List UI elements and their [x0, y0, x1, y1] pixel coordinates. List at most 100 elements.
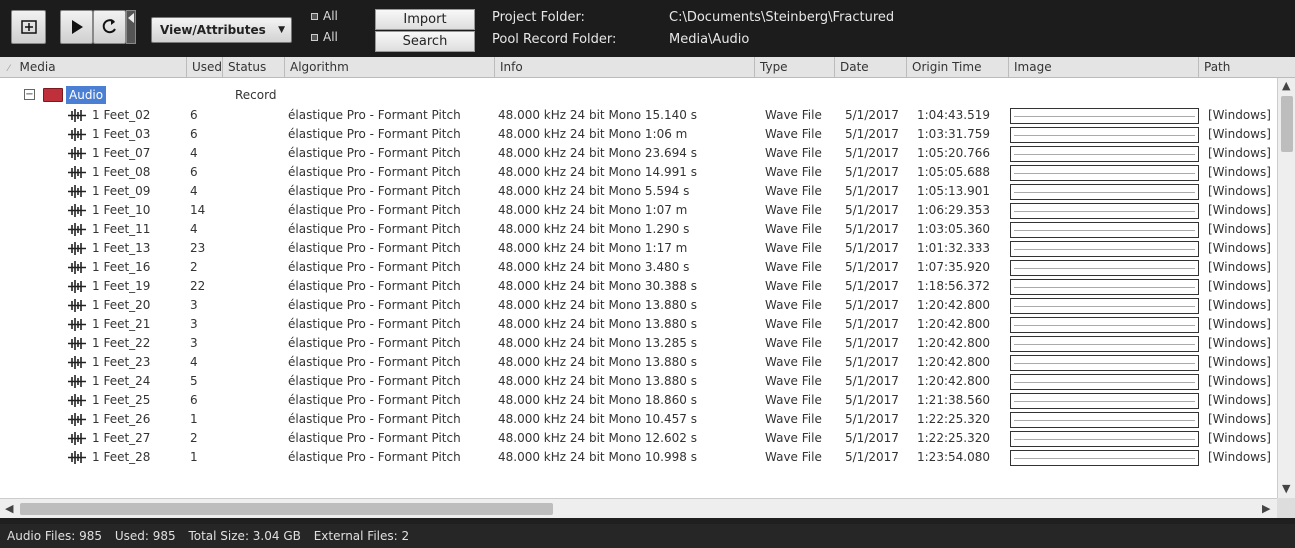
table-row[interactable]: 1 Feet_20 3 élastique Pro - Formant Pitch 4… [0, 296, 1277, 315]
waveform-line [1014, 116, 1195, 117]
table-row[interactable]: 1 Feet_21 3 élastique Pro - Formant Pitch 4… [0, 315, 1277, 334]
collapse-all-toggle[interactable]: All [311, 28, 338, 46]
view-attributes-dropdown[interactable]: View/Attributes ▼ [151, 17, 292, 43]
waveform-image[interactable] [1010, 374, 1199, 390]
cell-algorithm: élastique Pro - Formant Pitch [288, 203, 461, 217]
scroll-down-icon[interactable]: ▼ [1282, 482, 1290, 495]
waveform-image[interactable] [1010, 431, 1199, 447]
table-row[interactable]: 1 Feet_09 4 élastique Pro - Formant Pitch 4… [0, 182, 1277, 201]
waveform-image[interactable] [1010, 412, 1199, 428]
audio-waveform-icon [68, 451, 86, 464]
waveform-image[interactable] [1010, 184, 1199, 200]
table-row[interactable]: 1 Feet_08 6 élastique Pro - Formant Pitch 4… [0, 163, 1277, 182]
play-button[interactable] [60, 10, 93, 44]
cell-media-name: 1 Feet_08 [92, 165, 151, 179]
audio-waveform-icon [68, 166, 86, 179]
column-header-path[interactable]: Path [1199, 57, 1295, 78]
folder-row-audio[interactable]: − Audio Record [0, 86, 1277, 104]
table-row[interactable]: 1 Feet_19 22 élastique Pro - Formant Pitch… [0, 277, 1277, 296]
cell-path: [Windows] [1208, 184, 1271, 198]
waveform-image[interactable] [1010, 317, 1199, 333]
waveform-image[interactable] [1010, 165, 1199, 181]
cell-file-type: Wave File [765, 260, 822, 274]
cell-algorithm: élastique Pro - Formant Pitch [288, 146, 461, 160]
search-button[interactable]: Search [375, 31, 475, 52]
column-header-media[interactable]: ⁄ Media [0, 57, 187, 78]
waveform-image[interactable] [1010, 127, 1199, 143]
cell-date: 5/1/2017 [845, 146, 899, 160]
table-row[interactable]: 1 Feet_03 6 élastique Pro - Formant Pitch 4… [0, 125, 1277, 144]
collapse-toggle-icon[interactable]: − [24, 89, 35, 100]
scroll-up-icon[interactable]: ▲ [1282, 79, 1290, 92]
table-row[interactable]: 1 Feet_13 23 élastique Pro - Formant Pitch… [0, 239, 1277, 258]
table-row[interactable]: 1 Feet_02 6 élastique Pro - Formant Pitch 4… [0, 106, 1277, 125]
import-button[interactable]: Import [375, 9, 475, 30]
folder-name[interactable]: Audio [66, 86, 107, 104]
waveform-line [1014, 306, 1195, 307]
pool-list[interactable]: − Audio Record 1 Feet_02 6 élastique Pro -… [0, 78, 1277, 498]
cell-date: 5/1/2017 [845, 450, 899, 464]
volume-slider[interactable] [126, 10, 136, 44]
cell-used-count: 3 [190, 298, 198, 312]
column-header-info[interactable]: Info [495, 57, 755, 78]
column-header-algorithm[interactable]: Algorithm [285, 57, 495, 78]
settings-panel-button[interactable] [11, 10, 46, 44]
cell-origin-time: 1:01:32.333 [917, 241, 990, 255]
cell-info: 48.000 kHz 24 bit Mono 12.602 s [498, 431, 697, 445]
cell-origin-time: 1:03:31.759 [917, 127, 990, 141]
cell-path: [Windows] [1208, 355, 1271, 369]
waveform-line [1014, 401, 1195, 402]
cell-media-name: 1 Feet_10 [92, 203, 151, 217]
table-row[interactable]: 1 Feet_22 3 élastique Pro - Formant Pitch 4… [0, 334, 1277, 353]
table-row[interactable]: 1 Feet_26 1 élastique Pro - Formant Pitch 4… [0, 410, 1277, 429]
table-row[interactable]: 1 Feet_07 4 élastique Pro - Formant Pitch 4… [0, 144, 1277, 163]
table-row[interactable]: 1 Feet_10 14 élastique Pro - Formant Pitch… [0, 201, 1277, 220]
cell-used-count: 3 [190, 336, 198, 350]
cell-media-name: 1 Feet_16 [92, 260, 151, 274]
column-header-used[interactable]: Used [187, 57, 223, 78]
waveform-image[interactable] [1010, 222, 1199, 238]
waveform-image[interactable] [1010, 393, 1199, 409]
table-row[interactable]: 1 Feet_23 4 élastique Pro - Formant Pitch 4… [0, 353, 1277, 372]
waveform-image[interactable] [1010, 336, 1199, 352]
cell-info: 48.000 kHz 24 bit Mono 13.880 s [498, 298, 697, 312]
waveform-image[interactable] [1010, 260, 1199, 276]
vertical-scrollbar[interactable]: ▲ ▼ [1277, 78, 1295, 498]
table-row[interactable]: 1 Feet_27 2 élastique Pro - Formant Pitch 4… [0, 429, 1277, 448]
cell-used-count: 4 [190, 222, 198, 236]
horizontal-scroll-thumb[interactable] [20, 503, 553, 515]
cell-algorithm: élastique Pro - Formant Pitch [288, 165, 461, 179]
column-header-type[interactable]: Type [755, 57, 835, 78]
waveform-image[interactable] [1010, 203, 1199, 219]
column-header-status[interactable]: Status [223, 57, 285, 78]
scroll-right-icon[interactable]: ▶ [1262, 502, 1270, 515]
table-row[interactable]: 1 Feet_28 1 élastique Pro - Formant Pitch 4… [0, 448, 1277, 467]
table-row[interactable]: 1 Feet_16 2 élastique Pro - Formant Pitch 4… [0, 258, 1277, 277]
table-row[interactable]: 1 Feet_25 6 élastique Pro - Formant Pitch 4… [0, 391, 1277, 410]
horizontal-scrollbar[interactable]: ◀ ▶ [0, 498, 1277, 518]
column-header-image[interactable]: Image [1009, 57, 1199, 78]
cell-origin-time: 1:20:42.800 [917, 355, 990, 369]
table-row[interactable]: 1 Feet_11 4 élastique Pro - Formant Pitch 4… [0, 220, 1277, 239]
waveform-image[interactable] [1010, 355, 1199, 371]
cell-path: [Windows] [1208, 393, 1271, 407]
status-used: Used: 985 [114, 529, 176, 543]
table-row[interactable]: 1 Feet_24 5 élastique Pro - Formant Pitch 4… [0, 372, 1277, 391]
expand-all-toggle[interactable]: All [311, 7, 338, 25]
column-header-date[interactable]: Date [835, 57, 907, 78]
cell-path: [Windows] [1208, 298, 1271, 312]
scroll-left-icon[interactable]: ◀ [5, 502, 13, 515]
vertical-scroll-thumb[interactable] [1281, 96, 1293, 152]
cell-info: 48.000 kHz 24 bit Mono 1.290 s [498, 222, 690, 236]
waveform-image[interactable] [1010, 450, 1199, 466]
loop-button[interactable] [93, 10, 126, 44]
column-header-origin-time[interactable]: Origin Time [907, 57, 1009, 78]
cell-date: 5/1/2017 [845, 374, 899, 388]
waveform-image[interactable] [1010, 146, 1199, 162]
cell-info: 48.000 kHz 24 bit Mono 14.991 s [498, 165, 697, 179]
waveform-image[interactable] [1010, 298, 1199, 314]
cell-algorithm: élastique Pro - Formant Pitch [288, 431, 461, 445]
waveform-image[interactable] [1010, 108, 1199, 124]
waveform-image[interactable] [1010, 241, 1199, 257]
waveform-image[interactable] [1010, 279, 1199, 295]
